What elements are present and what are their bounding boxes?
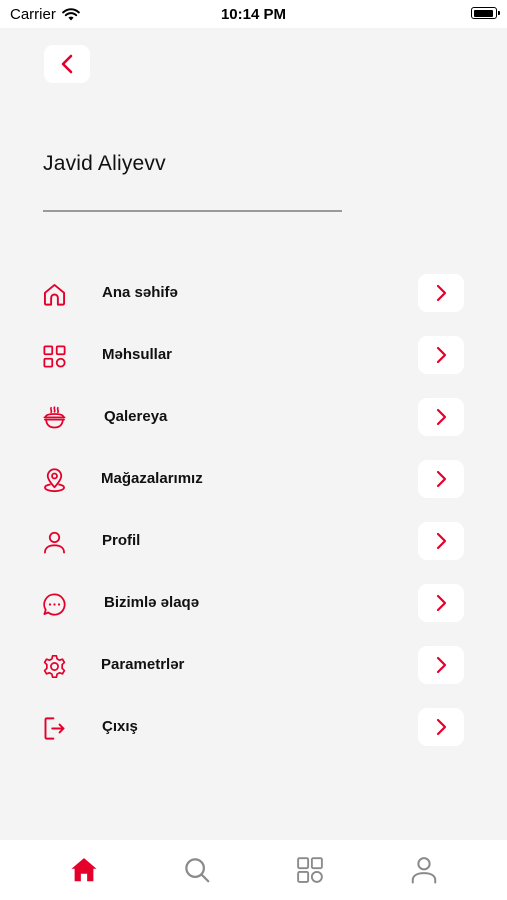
user-icon [44,531,65,554]
menu-item-arrow-button[interactable] [418,646,464,684]
menu-item-arrow-button[interactable] [418,708,464,746]
status-bar: Carrier 10:14 PM [0,0,507,28]
menu-item-arrow-button[interactable] [418,398,464,436]
menu-item-settings[interactable]: Parametrlər [0,634,507,696]
menu-item-label: Bizimlə əlaqə [104,594,200,611]
menu-item-label: Məhsullar [102,346,173,363]
tab-catalog[interactable] [292,852,328,888]
tab-home[interactable] [66,852,102,888]
menu-item-home[interactable]: Ana səhifə [0,262,507,324]
chevron-right-icon [436,718,447,736]
menu-item-gallery[interactable]: Qalereya [0,386,507,448]
menu-item-arrow-button[interactable] [418,336,464,374]
chevron-right-icon [436,594,447,612]
profile-name: Javid Aliyevv [43,152,166,175]
menu-item-label: Parametrlər [101,656,185,673]
menu-item-contact[interactable]: Bizimlə əlaqə [0,572,507,634]
menu-item-products[interactable]: Məhsullar [0,324,507,386]
menu-item-profile[interactable]: Profil [0,510,507,572]
menu-item-label: Mağazalarımız [101,470,203,487]
tab-bar [0,840,507,900]
menu-item-label: Ana səhifə [102,284,178,301]
search-icon [185,858,210,883]
food-bowl-icon [43,406,66,429]
menu-item-logout[interactable]: Çıxış [0,696,507,758]
divider [43,210,342,212]
chat-bubble-icon [43,593,66,616]
menu-item-arrow-button[interactable] [418,522,464,560]
home-icon [71,858,97,882]
tab-profile[interactable] [406,852,442,888]
menu-item-arrow-button[interactable] [418,460,464,498]
battery-icon [471,7,500,19]
menu-item-label: Qalereya [104,408,168,425]
menu-item-stores[interactable]: Mağazalarımız [0,448,507,510]
logout-icon [44,717,65,740]
chevron-right-icon [436,284,447,302]
status-time: 10:14 PM [220,6,287,23]
gear-icon [43,654,66,679]
battery-level [473,9,493,17]
location-pin-icon [44,468,65,493]
chevron-left-icon [61,54,73,74]
tab-search[interactable] [179,852,215,888]
chevron-right-icon [436,408,447,426]
menu-item-arrow-button[interactable] [418,584,464,622]
menu-item-arrow-button[interactable] [418,274,464,312]
menu-item-label: Çıxış [102,718,138,735]
chevron-right-icon [436,656,447,674]
grid-icon [43,345,66,368]
chevron-right-icon [436,532,447,550]
user-icon [411,857,437,884]
chevron-right-icon [436,470,447,488]
menu-item-label: Profil [102,532,141,549]
home-icon [43,283,66,306]
chevron-right-icon [436,346,447,364]
grid-icon [297,857,323,883]
back-button[interactable] [44,45,90,83]
